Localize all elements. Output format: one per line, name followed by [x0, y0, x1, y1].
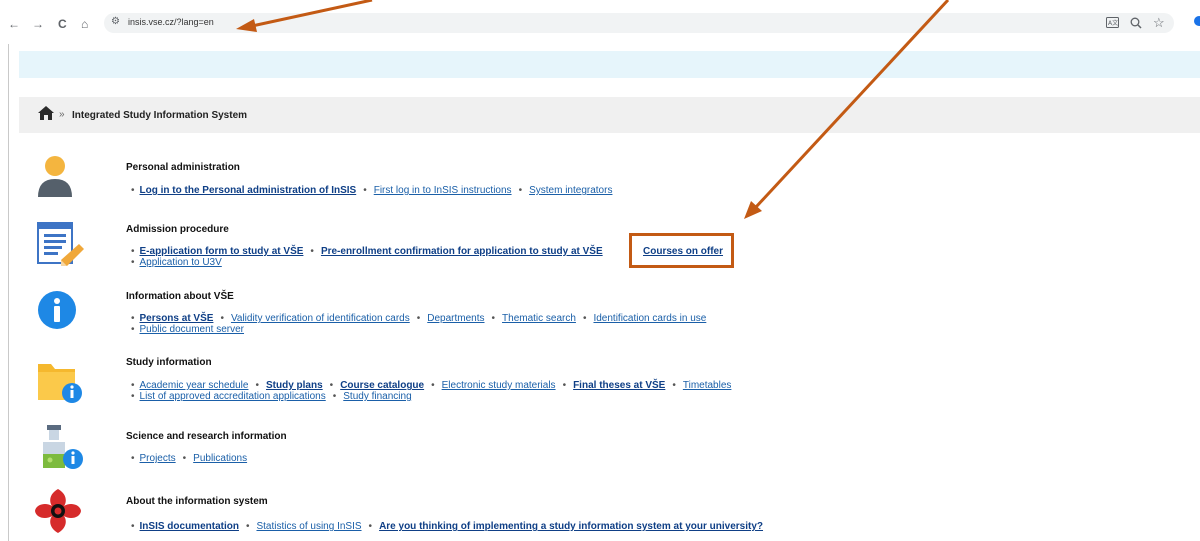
study-links-row-2: • List of approved accreditation applicat… [131, 391, 412, 402]
courses-on-offer-link[interactable]: Courses on offer [643, 246, 723, 257]
implementing-system-link[interactable]: Are you thinking of implementing a study… [379, 521, 763, 532]
zoom-icon[interactable] [1130, 17, 1142, 32]
profile-icon[interactable] [1193, 15, 1200, 30]
final-theses-link[interactable]: Final theses at VŠE [573, 380, 665, 391]
translate-icon[interactable]: A文 [1106, 17, 1119, 31]
insis-logo-icon [34, 488, 82, 537]
application-u3v-link[interactable]: Application to U3V [140, 257, 222, 268]
breadcrumb-separator: » [59, 109, 65, 120]
application-form-icon [37, 222, 85, 269]
statistics-link[interactable]: Statistics of using InSIS [256, 521, 361, 532]
thematic-search-link[interactable]: Thematic search [502, 313, 576, 324]
accreditation-applications-link[interactable]: List of approved accreditation applicati… [140, 391, 326, 402]
e-application-form-link[interactable]: E-application form to study at VŠE [140, 246, 304, 257]
about-links-row: • InSIS documentation • Statistics of using… [131, 521, 764, 532]
science-links-row: • Projects • Publications [131, 453, 248, 464]
admission-links-row-2: • Application to U3V [131, 257, 222, 268]
home-icon[interactable]: ⌂ [81, 17, 88, 31]
reload-icon[interactable]: C [58, 17, 67, 31]
arrow-to-courses-head [744, 201, 762, 219]
study-financing-link[interactable]: Study financing [343, 391, 411, 402]
departments-link[interactable]: Departments [427, 313, 484, 324]
system-integrators-link[interactable]: System integrators [529, 185, 612, 196]
person-icon [37, 155, 73, 200]
personal-links-row: • Log in to the Personal administration o… [131, 185, 613, 196]
public-document-server-link[interactable]: Public document server [140, 324, 245, 335]
projects-link[interactable]: Projects [140, 453, 176, 464]
validity-verification-link[interactable]: Validity verification of identification … [231, 313, 410, 324]
science-research-title: Science and research information [126, 431, 287, 442]
page-left-border [8, 44, 9, 541]
science-flask-icon [37, 424, 85, 473]
info-icon [37, 290, 77, 333]
pre-enrollment-confirmation-link[interactable]: Pre-enrollment confirmation for applicat… [321, 246, 603, 257]
home-icon[interactable] [38, 106, 54, 123]
identification-cards-link[interactable]: Identification cards in use [593, 313, 706, 324]
admission-procedure-title: Admission procedure [126, 224, 229, 235]
persons-at-vse-link[interactable]: Persons at VŠE [140, 313, 214, 324]
personal-administration-title: Personal administration [126, 162, 240, 173]
back-icon[interactable]: ← [8, 17, 20, 31]
about-information-system-title: About the information system [126, 496, 268, 507]
study-plans-link[interactable]: Study plans [266, 380, 323, 391]
insis-documentation-link[interactable]: InSIS documentation [140, 521, 239, 532]
info-links-row-2: • Public document server [131, 324, 245, 335]
address-bar[interactable]: ⚙ insis.vse.cz/?lang=en [104, 13, 1174, 33]
star-icon[interactable]: ☆ [1153, 15, 1165, 31]
course-catalogue-link[interactable]: Course catalogue [340, 380, 424, 391]
breadcrumb-title: Integrated Study Information System [72, 110, 248, 121]
forward-icon[interactable]: → [32, 17, 44, 31]
url-text[interactable]: insis.vse.cz/?lang=en [128, 17, 214, 27]
study-information-title: Study information [126, 357, 212, 368]
first-login-instructions-link[interactable]: First log in to InSIS instructions [374, 185, 512, 196]
browser-toolbar: ← → C ⌂ ⚙ insis.vse.cz/?lang=en A文 ☆ [0, 0, 1200, 44]
svg-text:A文: A文 [1108, 19, 1118, 27]
folder-info-icon [37, 360, 85, 407]
publications-link[interactable]: Publications [193, 453, 247, 464]
information-about-vse-title: Information about VŠE [126, 291, 234, 302]
site-settings-icon[interactable]: ⚙ [111, 16, 120, 27]
academic-year-schedule-link[interactable]: Academic year schedule [140, 380, 249, 391]
timetables-link[interactable]: Timetables [683, 380, 732, 391]
login-personal-admin-link[interactable]: Log in to the Personal administration of… [140, 185, 357, 196]
electronic-study-materials-link[interactable]: Electronic study materials [442, 380, 556, 391]
info-banner [19, 51, 1200, 78]
